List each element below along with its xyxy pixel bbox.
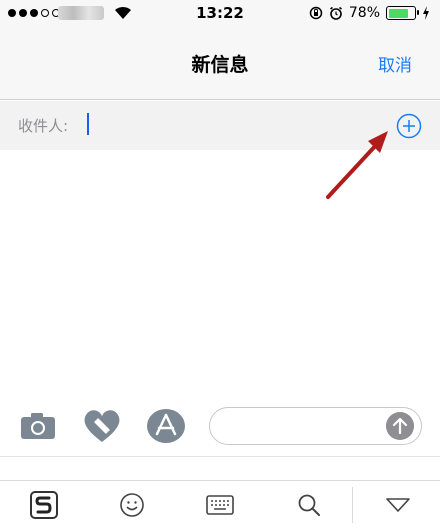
cancel-button[interactable]: 取消 (378, 51, 412, 76)
charging-bolt-icon (423, 6, 429, 20)
battery-icon (386, 6, 419, 20)
navigation-bar: 新信息 取消 (0, 26, 440, 100)
camera-icon[interactable] (20, 412, 56, 440)
emoji-icon[interactable] (118, 491, 146, 519)
recipient-label: 收件人: (18, 117, 69, 135)
divider (0, 456, 440, 457)
message-input[interactable] (209, 407, 422, 445)
alarm-icon (329, 6, 342, 20)
page-title: 新信息 (191, 54, 249, 76)
keyboard-toolbar (0, 480, 440, 528)
rotation-lock-icon (309, 6, 323, 20)
app-store-icon[interactable] (146, 408, 186, 444)
toolbar-divider (352, 487, 353, 523)
add-contact-button[interactable] (396, 113, 422, 139)
text-cursor (87, 113, 89, 135)
battery-percent: 78% (348, 5, 380, 21)
send-arrow-icon[interactable] (386, 412, 414, 440)
status-bar: 13:22 78% (0, 0, 440, 26)
collapse-icon[interactable] (384, 491, 412, 519)
keyboard-icon[interactable] (206, 491, 234, 519)
recipient-field[interactable]: 收件人: (0, 101, 440, 150)
message-composer (0, 398, 440, 456)
sogou-logo-icon[interactable] (30, 491, 58, 519)
search-icon[interactable] (295, 491, 323, 519)
heart-digital-touch-icon[interactable] (82, 408, 122, 444)
